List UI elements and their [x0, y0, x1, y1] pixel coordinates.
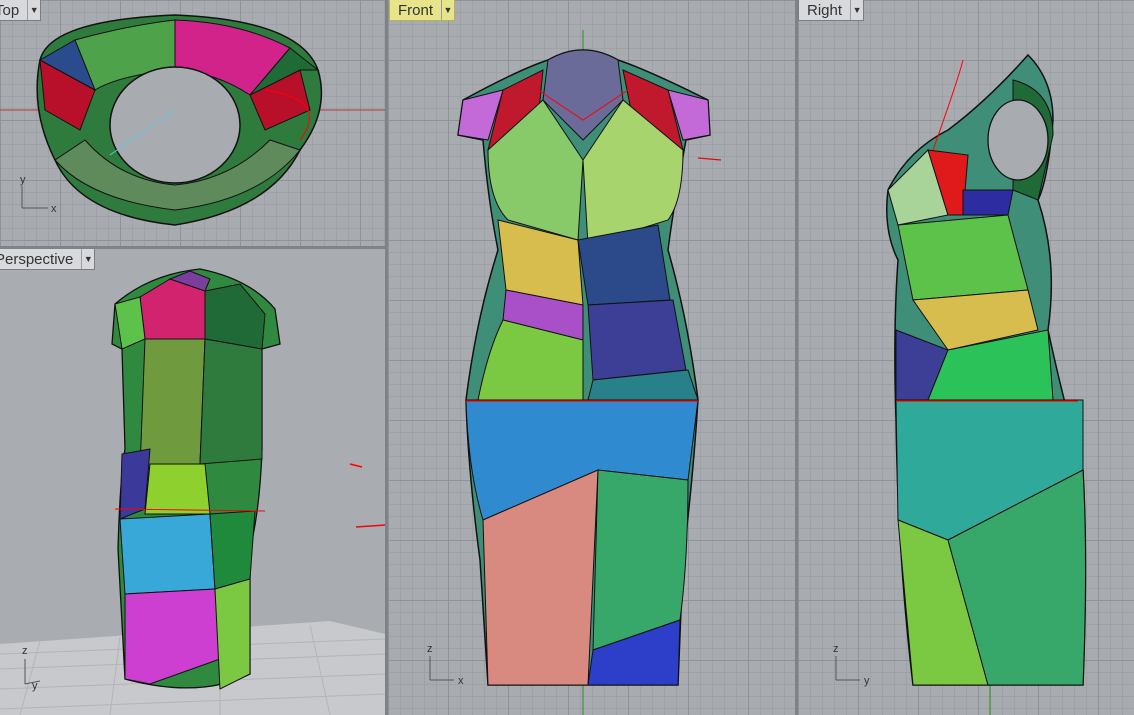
axis-z-label: z — [22, 645, 28, 657]
perspective-viewport[interactable]: Perspective ▼ z y — [0, 249, 385, 715]
top-view-model[interactable]: y x — [0, 0, 385, 246]
front-view-model[interactable]: z x — [388, 0, 795, 715]
top-viewport[interactable]: Top ▼ y x — [0, 0, 385, 246]
right-viewport[interactable]: Right ▼ z y — [798, 0, 1134, 715]
front-viewport[interactable]: Front ▼ z x — [388, 0, 795, 715]
axis-z-label: z — [427, 643, 433, 655]
axis-z-label: z — [833, 643, 839, 655]
axis-y-label: y — [32, 680, 38, 692]
axis-y-label: y — [864, 675, 870, 687]
perspective-view-model[interactable]: z y — [0, 249, 385, 715]
front-axis-widget: z x — [427, 643, 464, 687]
axis-x-label: x — [458, 675, 464, 687]
axis-y-label: y — [20, 174, 26, 186]
axis-x-label: x — [51, 203, 57, 215]
right-axis-widget: z y — [833, 643, 870, 687]
top-axis-widget: y x — [20, 174, 57, 215]
right-view-model[interactable]: z y — [798, 0, 1134, 715]
